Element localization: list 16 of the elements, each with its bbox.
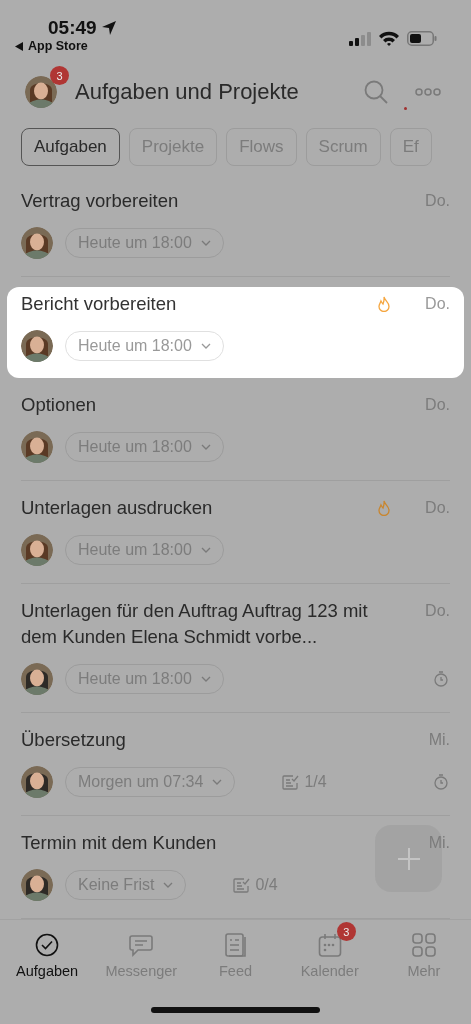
- notification-badge: 3: [50, 66, 69, 85]
- task-title[interactable]: Vertrag vorbereiten: [21, 188, 179, 214]
- due-day: Do.: [425, 291, 450, 317]
- task-title[interactable]: Unterlagen ausdrucken: [21, 495, 213, 521]
- task-title[interactable]: Termin mit dem Kunden: [21, 830, 217, 856]
- notification-badge: 3: [336, 922, 356, 941]
- clock-time: 05:49: [48, 17, 97, 39]
- task-title[interactable]: Übersetzung: [21, 727, 126, 753]
- filter-tab[interactable]: Aufgaben: [21, 128, 120, 166]
- selected-task-card[interactable]: Bericht vorbereiten Do. Heute um 18:00: [7, 287, 464, 378]
- back-link[interactable]: App Store: [28, 39, 88, 53]
- task-title[interactable]: Bericht vorbereiten: [21, 291, 177, 317]
- tab-bar-item[interactable]: Aufgaben: [0, 920, 95, 986]
- task-title[interactable]: Optionen: [21, 392, 97, 418]
- page-title: Aufgaben und Projekte: [75, 79, 300, 105]
- task-title[interactable]: Unterlagen für den Auftrag Auftrag 123 mit dem Kunden Elena Schmidt vorbe...: [21, 598, 381, 650]
